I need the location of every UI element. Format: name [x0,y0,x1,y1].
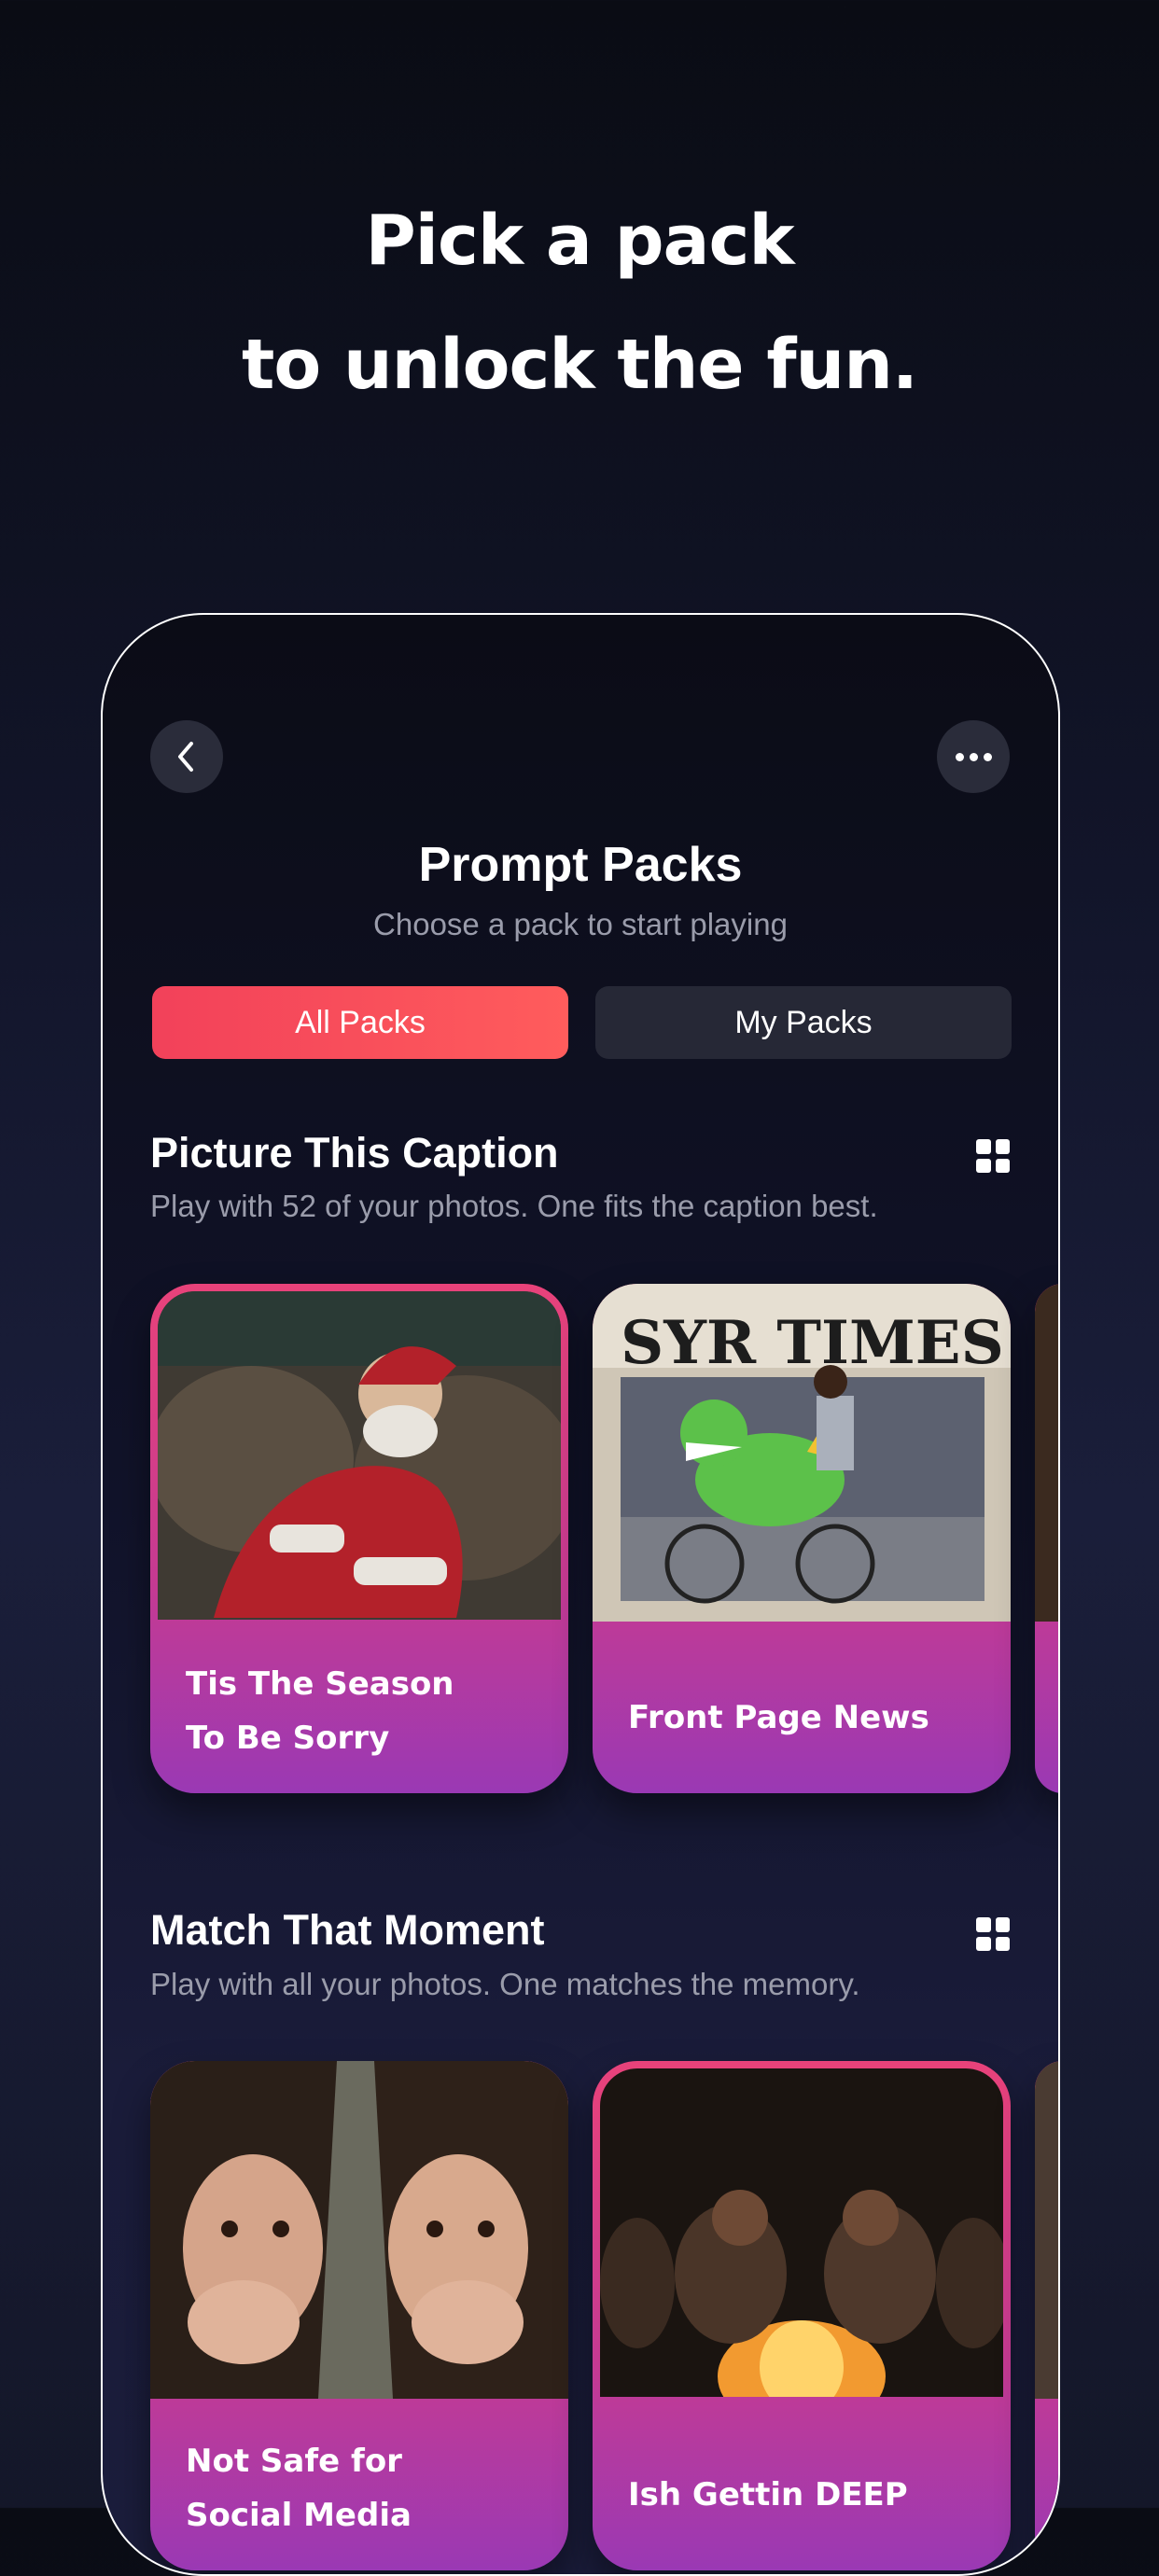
pack-card-ish-gettin-deep[interactable]: Ish Gettin DEEP [593,2061,1011,2570]
tab-my-packs[interactable]: My Packs [595,986,1012,1059]
pack-card-label: Ish Gettin DEEP [628,2476,908,2513]
pack-card-not-safe-for-social-media[interactable]: Not Safe for Social Media [150,2061,568,2570]
pack-card-front-page-news[interactable]: SYR TIMES Front Page News [593,1284,1011,1793]
pack-photo [158,1291,561,1620]
grid-view-icon[interactable] [976,1917,1010,1951]
pack-photo [600,2068,1003,2397]
pack-card-label: Front Page News [628,1699,929,1736]
ellipsis-icon [955,752,992,761]
headline-line-2: to unlock the fun. [241,325,918,405]
page-subtitle: Choose a pack to start playing [373,907,788,941]
more-button[interactable] [937,720,1010,793]
pack-row: Tis The Season To Be Sorry SYR TIMES Fro… [150,1284,1058,1806]
pack-row: Not Safe for Social Media Ish Gettin DEE… [150,2061,1058,2574]
pack-card-partial[interactable] [1035,1284,1058,1793]
pack-photo: SYR TIMES [593,1284,1011,1622]
pack-photo [1035,1284,1058,1622]
pack-photo [150,2061,568,2399]
svg-text:SYR TIMES: SYR TIMES [621,1308,1004,1378]
grid-view-icon[interactable] [976,1139,1010,1173]
pack-card-label: Not Safe for Social Media [186,2443,412,2534]
pack-card-tis-the-season[interactable]: Tis The Season To Be Sorry [150,1284,568,1793]
section-description: Play with all your photos. One matches t… [150,1967,860,2001]
chevron-left-icon [178,742,193,772]
section-description: Play with 52 of your photos. One fits th… [150,1189,878,1223]
section-title-picture-this-caption: Picture This Caption [150,1129,559,1177]
back-button[interactable] [150,720,223,793]
pack-card-label: Tis The Season To Be Sorry [186,1665,454,1757]
headline-line-1: Pick a pack [365,201,794,281]
section-title-match-that-moment: Match That Moment [150,1906,545,1954]
pack-photo [1035,2061,1058,2399]
phone-frame: Prompt Packs Choose a pack to start play… [101,613,1060,2576]
pack-card-partial[interactable] [1035,2061,1058,2570]
tab-all-packs[interactable]: All Packs [152,986,568,1059]
page-title: Prompt Packs [418,838,743,892]
